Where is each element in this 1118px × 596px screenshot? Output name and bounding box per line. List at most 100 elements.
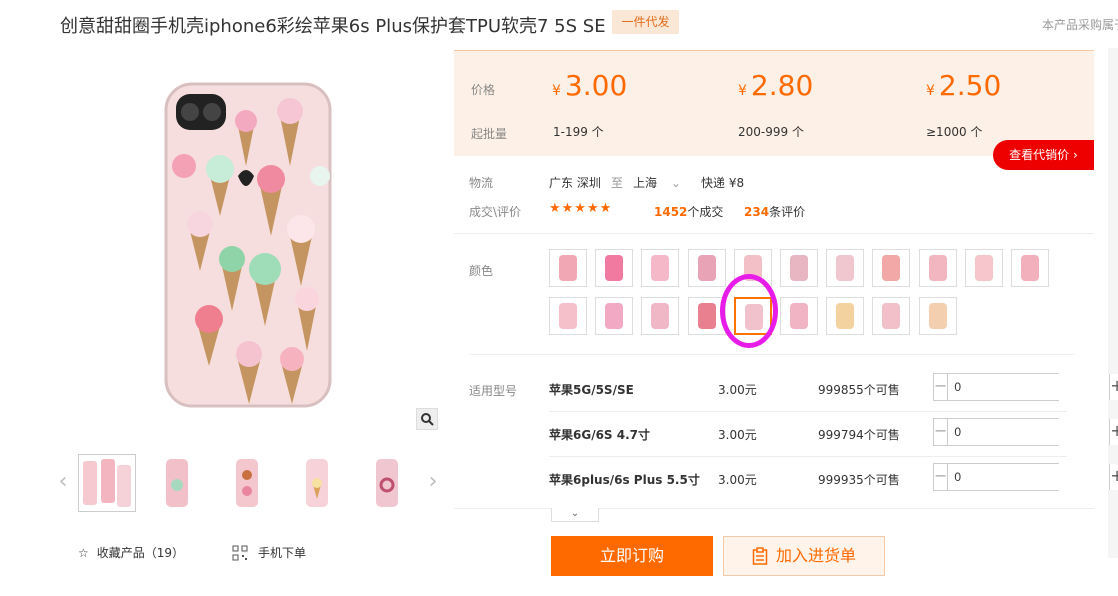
model-row: 苹果5G/5S/SE 3.00元 999855个可售 − + [549, 367, 1118, 411]
swatch-thumbnail [698, 255, 716, 281]
color-swatch[interactable] [826, 297, 864, 335]
color-label: 颜色 [469, 264, 494, 278]
thumbnail-3[interactable] [218, 454, 276, 512]
quantity-stepper: − + [933, 418, 1118, 446]
quantity-input[interactable] [948, 419, 1110, 445]
price-tier-2: ¥2.80 [738, 69, 814, 102]
deal-count[interactable]: 1452个成交 [654, 203, 723, 220]
model-stock: 999935个可售 [818, 473, 900, 487]
swatch-thumbnail [559, 255, 577, 281]
ship-from: 广东 深圳 [549, 176, 601, 190]
top-right-text: 本产品采购属于 [1042, 18, 1118, 32]
swatch-thumbnail [698, 303, 716, 329]
color-swatch[interactable] [780, 297, 818, 335]
review-count[interactable]: 234条评价 [744, 203, 805, 220]
chevron-down-icon: ⌄ [670, 176, 681, 190]
increment-button[interactable]: + [1109, 464, 1118, 490]
increment-button[interactable]: + [1109, 374, 1118, 400]
star-outline-icon: ☆ [78, 545, 89, 560]
product-main-image[interactable] [150, 66, 350, 416]
quantity-stepper: − + [933, 373, 1118, 401]
swatch-thumbnail [790, 255, 808, 281]
thumb-prev-arrow-icon[interactable]: ‹ [56, 468, 70, 496]
model-name: 苹果6G/6S 4.7寸 [549, 428, 651, 442]
ship-to-select[interactable]: 上海 ⌄ [633, 174, 681, 191]
color-swatch[interactable] [919, 249, 957, 287]
color-swatch[interactable] [826, 249, 864, 287]
swatch-thumbnail [882, 255, 900, 281]
decrement-button[interactable]: − [934, 464, 949, 490]
color-swatch[interactable] [641, 249, 679, 287]
swatch-thumbnail [651, 255, 669, 281]
qty-tier-1: 1-199 个 [553, 125, 604, 139]
swatch-thumbnail [651, 303, 669, 329]
clipboard-icon [752, 547, 768, 565]
color-swatch[interactable] [688, 249, 726, 287]
product-title: 创意甜甜圈手机壳iphone6彩绘苹果6s Plus保护套TPU软壳7 5S S… [60, 16, 606, 37]
price-block: 价格 起批量 ¥3.00 ¥2.80 ¥2.50 1-199 个 200-999… [454, 50, 1094, 156]
price-tier-1: ¥3.00 [552, 69, 628, 102]
swatch-thumbnail [975, 255, 993, 281]
price-label: 价格 [471, 83, 496, 97]
thumbnail-strip: ‹ › [56, 452, 446, 512]
logistics-label: 物流 [469, 176, 494, 190]
highlight-circle [720, 274, 778, 348]
swatch-thumbnail [836, 255, 854, 281]
price-tier-3: ¥2.50 [926, 69, 1002, 102]
qty-tier-3: ≥1000 个 [926, 125, 983, 139]
swatch-thumbnail [605, 255, 623, 281]
color-swatch[interactable] [965, 249, 1003, 287]
model-price: 3.00元 [718, 428, 757, 442]
add-to-cart-button[interactable]: 加入进货单 [723, 536, 885, 576]
zoom-button[interactable] [416, 408, 438, 430]
buy-now-button[interactable]: 立即订购 [551, 536, 713, 576]
thumbnail-5[interactable] [358, 454, 416, 512]
swatch-thumbnail [929, 255, 947, 281]
increment-button[interactable]: + [1109, 419, 1118, 445]
model-row: 苹果6plus/6s Plus 5.5寸 3.00元 999935个可售 − + [549, 457, 1118, 501]
thumbnail-2[interactable] [148, 454, 206, 512]
to-word: 至 [611, 176, 624, 190]
qr-code-icon [232, 545, 248, 560]
color-swatch[interactable] [919, 297, 957, 335]
thumbnail-4[interactable] [288, 454, 346, 512]
add-to-cart-label: 加入进货单 [775, 546, 856, 565]
thumb-next-arrow-icon[interactable]: › [426, 468, 440, 496]
model-price: 3.00元 [718, 473, 757, 487]
thumbnail-1[interactable] [78, 454, 136, 512]
decrement-button[interactable]: − [934, 419, 949, 445]
color-swatch[interactable] [780, 249, 818, 287]
swatch-thumbnail [1021, 255, 1039, 281]
expand-models-button[interactable]: ⌄ [551, 508, 599, 522]
color-swatch[interactable] [872, 249, 910, 287]
color-swatch[interactable] [641, 297, 679, 335]
quantity-stepper: − + [933, 463, 1118, 491]
mobile-order-label: 手机下单 [258, 546, 307, 560]
color-swatch[interactable] [549, 297, 587, 335]
swatch-thumbnail [790, 303, 808, 329]
divider [469, 354, 1075, 355]
deal-label: 成交\评价 [469, 205, 522, 219]
color-swatch[interactable] [595, 297, 633, 335]
mobile-order-link[interactable]: 手机下单 [232, 544, 306, 561]
swatch-thumbnail [882, 303, 900, 329]
magnifier-icon [421, 413, 434, 426]
model-name: 苹果6plus/6s Plus 5.5寸 [549, 473, 700, 487]
color-swatch[interactable] [1011, 249, 1049, 287]
swatch-thumbnail [836, 303, 854, 329]
quantity-input[interactable] [948, 374, 1110, 400]
color-swatch[interactable] [595, 249, 633, 287]
color-swatch[interactable] [872, 297, 910, 335]
model-stock: 999794个可售 [818, 428, 900, 442]
express-fee: 快递 ¥8 [701, 176, 745, 190]
dropship-badge: 一件代发 [612, 10, 679, 34]
quantity-input[interactable] [948, 464, 1110, 490]
divider [454, 233, 1094, 234]
model-name: 苹果5G/5S/SE [549, 383, 634, 397]
batch-label: 起批量 [471, 127, 508, 141]
view-agent-price-button[interactable]: 查看代销价 › [993, 140, 1094, 170]
chevron-down-icon: ⌄ [570, 508, 580, 519]
favorite-link[interactable]: ☆ 收藏产品（19） [78, 544, 184, 561]
color-swatch[interactable] [549, 249, 587, 287]
decrement-button[interactable]: − [934, 374, 949, 400]
